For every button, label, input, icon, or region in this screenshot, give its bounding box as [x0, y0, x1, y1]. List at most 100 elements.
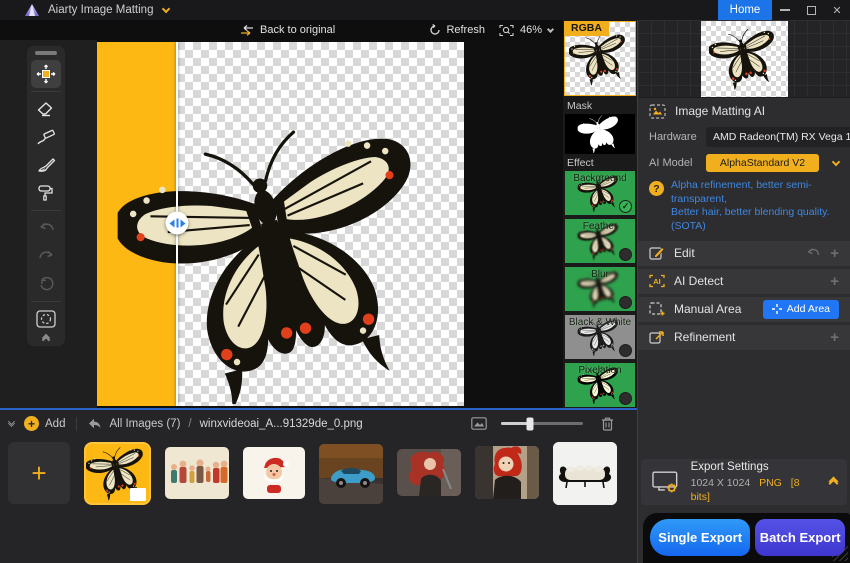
mask-preview-thumb[interactable]	[565, 114, 635, 154]
butterfly-image	[99, 128, 461, 404]
titlebar: Aiarty Image Matting Home ✕	[0, 0, 850, 20]
swap-arrows-icon	[240, 25, 254, 36]
section-edit[interactable]: Edit +	[638, 241, 850, 266]
pen-tool-button[interactable]	[31, 123, 61, 151]
panel-header: Image Matting AI	[638, 98, 850, 124]
woman2-thumb-image	[475, 446, 539, 499]
section-expand-icon[interactable]: +	[830, 246, 839, 261]
people-thumb-image	[165, 447, 229, 499]
zoom-control[interactable]: 46%	[499, 24, 553, 37]
refresh-button[interactable]: Refresh	[429, 24, 485, 36]
butterfly-thumb-image	[709, 27, 781, 91]
chevron-down-icon[interactable]	[832, 157, 840, 165]
add-image-tile[interactable]: +	[8, 442, 70, 504]
navigator-thumb	[701, 21, 788, 97]
compare-divider-handle[interactable]	[166, 212, 189, 235]
film-thumb-people[interactable]	[165, 447, 229, 499]
butterfly-thumb-image	[569, 31, 631, 87]
home-button[interactable]: Home	[718, 0, 772, 20]
navigator-preview[interactable]	[638, 20, 850, 98]
effect-thumb-black-white[interactable]: Black & White	[565, 315, 635, 359]
woman-thumb-image	[397, 449, 461, 496]
export-settings-row[interactable]: Export Settings 1024 X 1024 PNG [8 bits]	[641, 459, 847, 505]
eraser-tool-button[interactable]	[31, 95, 61, 123]
section-manual-area[interactable]: Manual Area Add Area	[638, 297, 850, 322]
maximize-button[interactable]	[798, 0, 824, 20]
ai-detect-icon: AI	[649, 274, 665, 288]
all-images-breadcrumb[interactable]: All Images (7)	[109, 418, 180, 430]
filmstrip-toolbar: + Add All Images (7) / winxvideoai_A...9…	[0, 410, 637, 437]
film-thumb-butterfly-selected[interactable]	[84, 442, 151, 505]
back-arrow-icon[interactable]	[88, 418, 101, 429]
section-undo-icon[interactable]	[806, 248, 820, 258]
help-icon[interactable]: ?	[649, 181, 664, 196]
film-thumb-woman-ponytail[interactable]	[475, 446, 539, 499]
ai-model-label: AI Model	[649, 157, 699, 169]
image-canvas[interactable]	[97, 42, 464, 406]
single-export-button[interactable]: Single Export	[650, 519, 750, 556]
right-panel: Image Matting AI Hardware AMD Radeon(TM)…	[637, 20, 850, 563]
film-thumb-santa[interactable]	[243, 447, 305, 499]
export-buttons: Single Export Batch Export	[643, 513, 850, 563]
effect-thumb-pixelation[interactable]: Pixelation	[565, 363, 635, 407]
section-ai-detect[interactable]: AI AI Detect +	[638, 269, 850, 294]
brush-tool-button[interactable]	[31, 151, 61, 179]
redo-button[interactable]	[31, 242, 61, 270]
section-expand-icon[interactable]: +	[830, 274, 839, 289]
marquee-icon	[36, 310, 56, 328]
app-menu-chevron-icon[interactable]	[162, 4, 170, 12]
marquee-tool-button[interactable]	[31, 305, 61, 333]
effect-label: Effect	[563, 154, 637, 171]
thumbnail-size-slider[interactable]	[501, 422, 583, 425]
roller-tool-button[interactable]	[31, 179, 61, 207]
refinement-icon	[649, 330, 665, 345]
plus-icon: +	[24, 416, 39, 431]
film-thumb-car[interactable]	[319, 444, 383, 504]
slider-knob[interactable]	[526, 417, 533, 430]
batch-export-button[interactable]: Batch Export	[755, 519, 845, 556]
rgba-preview-thumb[interactable]: RGBA	[564, 21, 636, 96]
thumbnail-size-icon	[471, 417, 487, 430]
zoom-chevron-icon	[547, 25, 554, 32]
current-filename: winxvideoai_A...91329de_0.png	[200, 418, 363, 430]
mask-label: Mask	[563, 97, 637, 114]
effect-thumb-feather[interactable]: Feather	[565, 219, 635, 263]
section-refinement[interactable]: Refinement +	[638, 325, 850, 350]
add-area-button[interactable]: Add Area	[763, 300, 839, 319]
palette-drag-handle[interactable]	[35, 51, 57, 55]
move-tool-button[interactable]	[31, 60, 61, 88]
effect-thumb-background[interactable]: Background ✓	[565, 171, 635, 215]
export-collapse-button[interactable]	[830, 478, 837, 487]
palette-collapse-button[interactable]	[43, 335, 49, 343]
effect-toggle[interactable]	[619, 248, 632, 261]
panel-collapse-button[interactable]	[9, 422, 14, 426]
hardware-select[interactable]: AMD Radeon(TM) RX Vega 11 G	[706, 127, 850, 147]
redo-icon	[38, 250, 55, 263]
brush-icon	[37, 157, 56, 174]
back-to-original-button[interactable]: Back to original	[240, 24, 335, 36]
film-thumb-sofa[interactable]	[553, 442, 617, 505]
rgba-tag: RGBA	[564, 21, 609, 36]
move-tool-icon	[36, 64, 56, 84]
effect-strip: RGBA Mask Effect Background ✓ Feather Bl…	[563, 20, 637, 408]
export-settings-icon	[651, 469, 681, 495]
film-thumb-woman-red-hair[interactable]	[397, 449, 461, 496]
effect-toggle[interactable]	[619, 344, 632, 357]
effect-applied-badge[interactable]: ✓	[619, 200, 632, 213]
app-title: Aiarty Image Matting	[48, 4, 153, 16]
ai-model-row: AI Model AlphaStandard V2	[638, 150, 850, 176]
minimize-button[interactable]	[772, 0, 798, 20]
reset-button[interactable]	[31, 270, 61, 298]
add-image-button[interactable]: + Add	[24, 416, 65, 431]
section-expand-icon[interactable]: +	[830, 330, 839, 345]
effect-toggle[interactable]	[619, 296, 632, 309]
ai-model-select[interactable]: AlphaStandard V2	[706, 154, 819, 172]
effect-thumb-blur[interactable]: Blur	[565, 267, 635, 311]
effect-toggle[interactable]	[619, 392, 632, 405]
workspace-column: Back to original Refresh 46%	[0, 20, 637, 563]
reset-icon	[39, 277, 54, 292]
trash-icon[interactable]	[601, 417, 614, 431]
undo-button[interactable]	[31, 214, 61, 242]
image-matting-icon	[649, 104, 666, 119]
close-button[interactable]: ✕	[824, 0, 850, 20]
